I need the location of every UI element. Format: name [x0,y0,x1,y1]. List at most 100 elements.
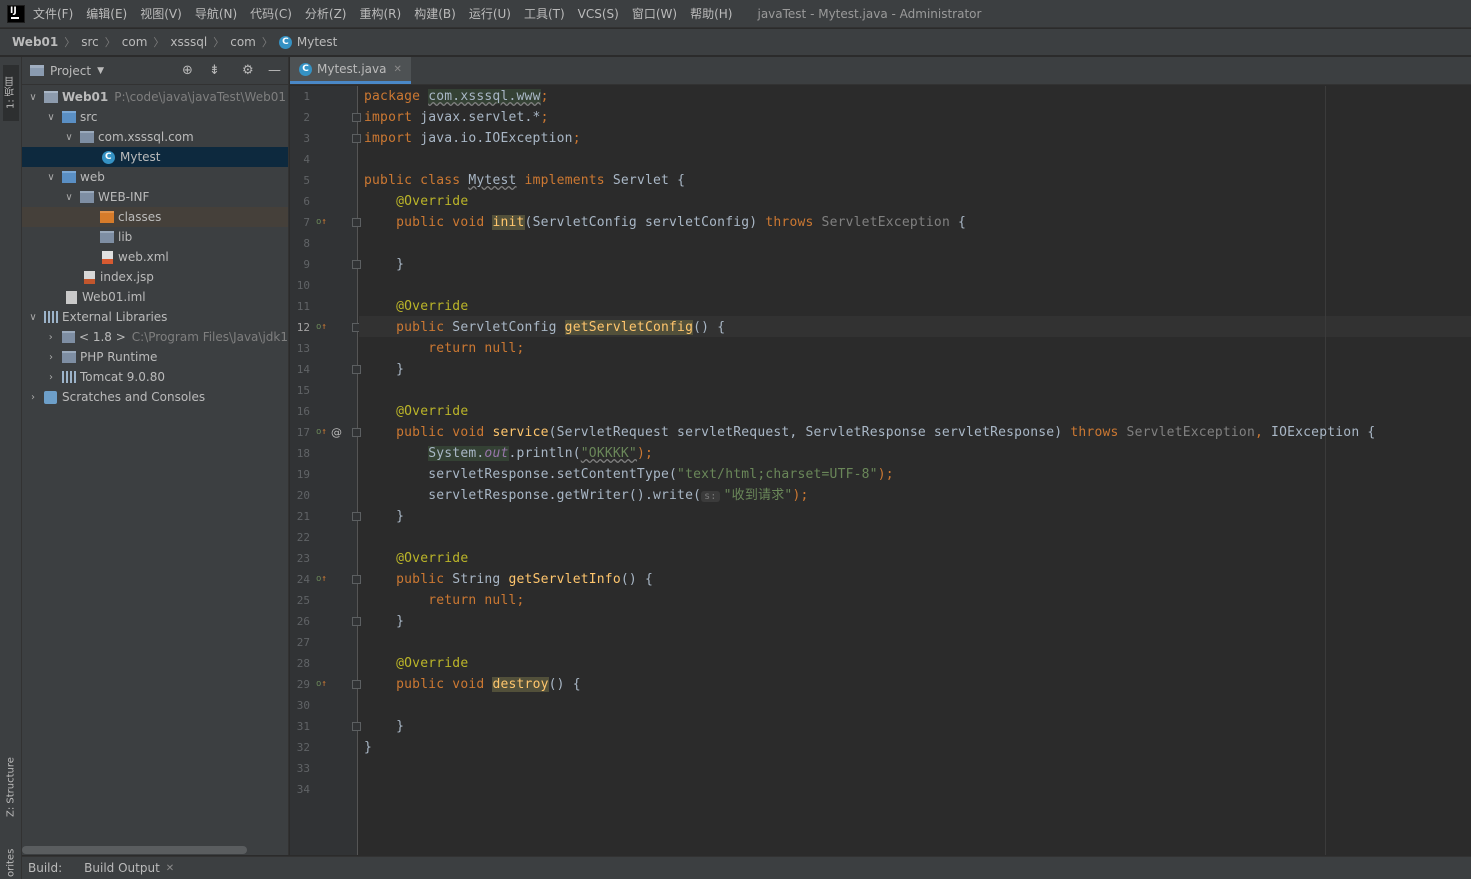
line-number: 3 [303,132,310,145]
tree-item-php-runtime[interactable]: › PHP Runtime [22,347,288,367]
project-view-selector[interactable]: Project [50,64,91,78]
minimize-icon[interactable]: — [268,63,281,78]
menu-vcs[interactable]: VCS(S) [578,7,619,21]
package-icon [80,131,94,143]
breadcrumb-item-xsssql[interactable]: xsssql [170,35,207,49]
line-number: 25 [296,594,310,607]
menu-code[interactable]: 代码(C) [250,5,292,22]
tree-item-label: PHP Runtime [80,350,158,364]
token-keyword: throws [765,215,822,230]
menu-refactor[interactable]: 重构(R) [360,5,402,22]
breadcrumb-item-com-2[interactable]: com [230,35,256,49]
tree-item-scratches[interactable]: › Scratches and Consoles [22,387,288,407]
chevron-down-icon[interactable]: ∨ [28,312,38,323]
tree-item-label: web.xml [118,250,169,264]
excluded-folder-icon [100,211,114,223]
token-annotation: @Override [396,194,469,209]
implements-method-icon[interactable]: o↑ [316,317,327,338]
breadcrumb-separator-icon: 〉 [153,36,165,49]
menu-tools[interactable]: 工具(T) [524,5,565,22]
gear-icon[interactable]: ⚙ [242,63,254,78]
tree-item-web-inf[interactable]: ∨ WEB-INF [22,187,288,207]
line-number: 15 [296,384,310,397]
token-params: (ServletRequest servletRequest, ServletR… [548,425,1071,440]
implements-method-icon[interactable]: o↑ [316,674,327,695]
build-label: Build: [28,861,63,875]
menu-help[interactable]: 帮助(H) [690,5,732,22]
close-icon[interactable]: ✕ [393,64,401,75]
code-line: } [364,611,404,632]
chevron-down-icon[interactable]: ∨ [46,112,56,123]
tree-item-src[interactable]: ∨ src [22,107,288,127]
code-line: public void destroy() { [364,674,581,695]
line-number: 9 [303,258,310,271]
chevron-down-icon[interactable]: ∨ [46,172,56,183]
line-number: 14 [296,363,310,376]
horizontal-scrollbar[interactable] [22,846,247,854]
breadcrumb-item-com[interactable]: com [122,35,148,49]
menu-window[interactable]: 窗口(W) [632,5,677,22]
tree-item-external-libraries[interactable]: ∨ External Libraries [22,307,288,327]
chevron-right-icon[interactable]: › [46,352,56,363]
tool-tab-structure[interactable]: Z: Structure [3,747,19,827]
menu-run[interactable]: 运行(U) [469,5,511,22]
tree-item-classes[interactable]: classes [22,207,288,227]
tree-item-tomcat[interactable]: › Tomcat 9.0.80 [22,367,288,387]
implements-method-icon[interactable]: o↑ [316,569,327,590]
token-class-name: Mytest [468,173,517,188]
tree-item-package[interactable]: ∨ com.xsssql.com [22,127,288,147]
tree-item-index-jsp[interactable]: index.jsp [22,267,288,287]
tool-tab-project[interactable]: 1: 项目 [3,65,19,121]
implements-method-icon[interactable]: o↑ [316,422,327,443]
tool-tab-favorites[interactable]: orites [3,847,19,879]
code-editor[interactable]: 1 2 3 4 5 6 7 8 9 10 11 12 13 14 15 16 17 18 19 20 21 22 23 24 2… [290,86,1471,855]
tree-item-jdk[interactable]: › < 1.8 > C:\Program Files\Java\jdk1 [22,327,288,347]
scratches-icon [44,390,57,404]
build-output-tab[interactable]: Build Output [84,861,160,875]
web-servlet-mapping-icon[interactable]: @ [331,422,342,443]
menu-navigate[interactable]: 导航(N) [195,5,237,22]
token-punct: () { [620,572,653,587]
tree-item-label: Web01 [62,90,109,104]
close-icon[interactable]: ✕ [166,863,174,874]
menu-file[interactable]: 文件(F) [33,5,73,22]
editor-tab-mytest[interactable]: C Mytest.java ✕ [290,57,411,84]
tree-item-web-xml[interactable]: web.xml [22,247,288,267]
breadcrumb-item-src[interactable]: src [81,35,99,49]
chevron-right-icon[interactable]: › [46,332,56,343]
menu-view[interactable]: 视图(V) [140,5,182,22]
token-punct: ); [636,446,654,461]
collapse-all-icon[interactable]: ⇟ [209,63,220,78]
tree-item-web01-iml[interactable]: Web01.iml [22,287,288,307]
tree-item-mytest[interactable]: Mytest [22,147,288,167]
menu-build[interactable]: 构建(B) [414,5,456,22]
line-number: 13 [296,342,310,355]
breadcrumb-item-web01[interactable]: Web01 [12,35,58,49]
editor-gutter: 1 2 3 4 5 6 7 8 9 10 11 12 13 14 15 16 17 18 19 20 21 22 23 24 2… [290,86,361,855]
editor-tab-bar: C Mytest.java ✕ [290,57,1471,85]
tree-item-lib[interactable]: lib [22,227,288,247]
menu-edit[interactable]: 编辑(E) [86,5,127,22]
chevron-down-icon[interactable]: ∨ [64,192,74,203]
chevron-right-icon[interactable]: › [46,372,56,383]
breadcrumb-item-mytest[interactable]: Mytest [297,35,338,49]
code-line: public void init(ServletConfig servletCo… [364,212,966,233]
token-punct: ; [540,89,549,104]
code-line: @Override [364,191,468,212]
chevron-down-icon[interactable]: ∨ [64,132,74,143]
implements-method-icon[interactable]: o↑ [316,212,327,233]
line-number: 31 [296,720,310,733]
line-number: 30 [296,699,310,712]
token-method-call: servletResponse.setContentType( [428,467,678,482]
code-area[interactable]: package com.xsssql.www; import javax.ser… [359,86,1471,855]
tree-item-web01[interactable]: ∨ Web01 P:\code\java\javaTest\Web01 [22,87,288,107]
token-method-call: servletResponse.getWriter().write( [428,488,702,503]
chevron-right-icon[interactable]: › [28,392,38,403]
tree-item-web[interactable]: ∨ web [22,167,288,187]
chevron-down-icon[interactable]: ▼ [97,66,104,76]
chevron-down-icon[interactable]: ∨ [28,92,38,103]
menu-analyze[interactable]: 分析(Z) [305,5,347,22]
locate-file-icon[interactable]: ⊕ [182,63,193,78]
code-line: @Override [364,653,468,674]
code-line: servletResponse.setContentType("text/htm… [364,464,894,485]
